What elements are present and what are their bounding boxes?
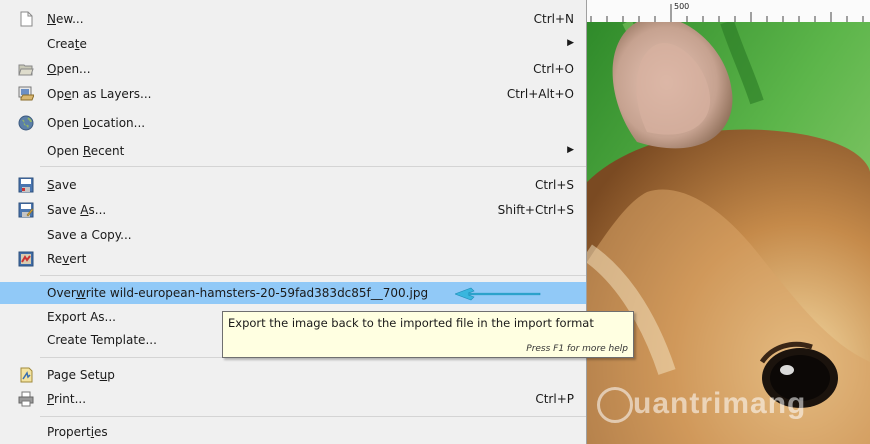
ruler-ticks	[590, 4, 864, 22]
file-menu: New... Ctrl+N Create ▶ Open... Ctrl+O Op…	[0, 0, 587, 444]
menu-item-label: Properties	[47, 425, 108, 439]
submenu-arrow-icon: ▶	[567, 38, 574, 48]
save-as-icon	[18, 202, 34, 218]
shortcut-label: Ctrl+O	[533, 62, 574, 76]
menu-item-print[interactable]: Print... Ctrl+P	[0, 388, 586, 410]
folder-open-icon	[18, 61, 34, 77]
menu-item-open-as-layers[interactable]: Open as Layers... Ctrl+Alt+O	[0, 83, 586, 105]
menu-item-open-recent[interactable]: Open Recent ▶	[0, 140, 586, 162]
ruler-label: 500	[674, 2, 690, 11]
print-icon	[18, 391, 34, 407]
bulb-logo-icon	[597, 387, 633, 424]
shortcut-label: Ctrl+Alt+O	[506, 87, 574, 101]
watermark-logo: uantrimang	[597, 387, 806, 424]
menu-item-label: Open...	[47, 62, 91, 76]
menu-item-label: Print...	[47, 392, 87, 406]
menu-item-label: Open as Layers...	[47, 87, 152, 101]
new-file-icon	[18, 11, 34, 27]
menu-item-open-location[interactable]: Open Location...	[0, 112, 586, 134]
horizontal-ruler[interactable]: 500	[587, 0, 870, 23]
menu-item-properties[interactable]: Properties	[0, 421, 586, 443]
menu-item-overwrite[interactable]: Overwrite wild-european-hamsters-20-59fa…	[0, 282, 586, 304]
menu-item-label: New...	[47, 12, 84, 26]
menu-item-page-setup[interactable]: Page Setup	[0, 364, 586, 386]
menu-separator	[40, 166, 586, 167]
menu-item-open[interactable]: Open... Ctrl+O	[0, 58, 586, 80]
menu-item-label: Page Setup	[47, 368, 115, 382]
image-canvas[interactable]: uantrimang	[587, 22, 870, 444]
menu-item-label: Create Template...	[47, 333, 157, 347]
menu-item-label: Create	[47, 37, 87, 51]
arrow-annotation-icon	[454, 287, 543, 304]
menu-item-save[interactable]: Save Ctrl+S	[0, 174, 586, 196]
menu-item-create[interactable]: Create ▶	[0, 33, 586, 55]
shortcut-label: Ctrl+S	[534, 178, 574, 192]
menu-item-label: Save As...	[47, 203, 107, 217]
revert-icon	[18, 251, 34, 267]
tooltip: Export the image back to the imported fi…	[222, 311, 634, 358]
menu-item-label: Open Location...	[47, 116, 146, 130]
menu-item-label: Save	[47, 178, 77, 192]
menu-item-save-a-copy[interactable]: Save a Copy...	[0, 224, 586, 246]
menu-item-label: Export As...	[47, 310, 116, 324]
shortcut-label: Ctrl+N	[533, 12, 574, 26]
menu-item-label: Overwrite wild-european-hamsters-20-59fa…	[47, 286, 429, 300]
menu-separator	[40, 275, 586, 276]
open-layers-icon	[18, 86, 34, 102]
menu-separator	[40, 416, 586, 417]
shortcut-label: Shift+Ctrl+S	[497, 203, 574, 217]
globe-icon	[18, 115, 34, 131]
tooltip-hint: Press F1 for more help	[526, 344, 628, 354]
page-setup-icon	[18, 367, 34, 383]
menu-item-label: Open Recent	[47, 144, 125, 158]
tooltip-text: Export the image back to the imported fi…	[228, 316, 594, 330]
submenu-arrow-icon: ▶	[567, 145, 574, 155]
menu-item-save-as[interactable]: Save As... Shift+Ctrl+S	[0, 199, 586, 221]
hamster-photo	[587, 22, 870, 444]
shortcut-label: Ctrl+P	[535, 392, 574, 406]
menu-item-new[interactable]: New... Ctrl+N	[0, 8, 586, 30]
menu-item-label: Save a Copy...	[47, 228, 132, 242]
menu-item-label: Revert	[47, 252, 87, 266]
save-icon	[18, 177, 34, 193]
menu-item-revert[interactable]: Revert	[0, 248, 586, 270]
